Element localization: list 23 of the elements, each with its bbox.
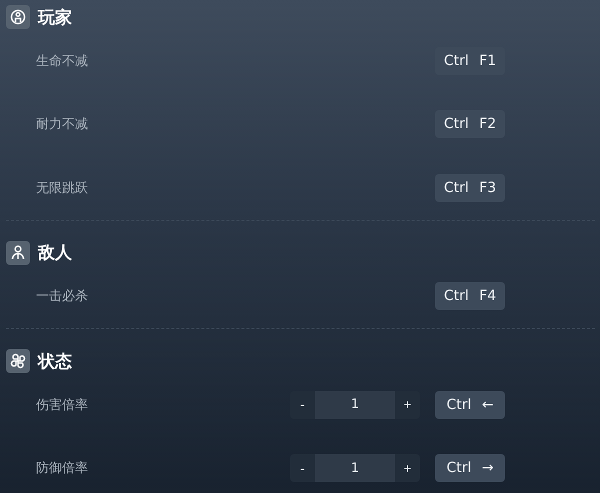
hotkey-button[interactable]: Ctrl F4: [435, 282, 505, 310]
person-icon: [6, 240, 30, 264]
increment-button[interactable]: +: [395, 390, 420, 419]
hotkey-button[interactable]: Ctrl ←: [435, 390, 505, 419]
option-label: 防御倍率: [36, 460, 89, 478]
section-title: 状态: [38, 350, 72, 372]
option-label: 伤害倍率: [36, 396, 89, 414]
option-label: 耐力不减: [36, 116, 89, 134]
option-label: 生命不减: [36, 52, 89, 70]
hotkey-button[interactable]: Ctrl F2: [435, 110, 505, 138]
hotkey-button[interactable]: Ctrl F3: [435, 174, 505, 202]
hotkey-button[interactable]: Ctrl →: [435, 454, 505, 482]
decrement-button[interactable]: -: [290, 454, 315, 482]
number-field[interactable]: 1: [315, 454, 395, 482]
clover-icon: [6, 349, 30, 373]
option-label: 一击必杀: [36, 288, 89, 306]
increment-button[interactable]: +: [395, 454, 420, 482]
section-title: 敌人: [38, 242, 72, 264]
option-label: 无限跳跃: [36, 180, 89, 197]
number-field[interactable]: 1: [315, 390, 395, 419]
hotkey-button[interactable]: Ctrl F1: [435, 46, 505, 75]
section-title: 玩家: [38, 6, 72, 28]
decrement-button[interactable]: -: [290, 390, 315, 419]
